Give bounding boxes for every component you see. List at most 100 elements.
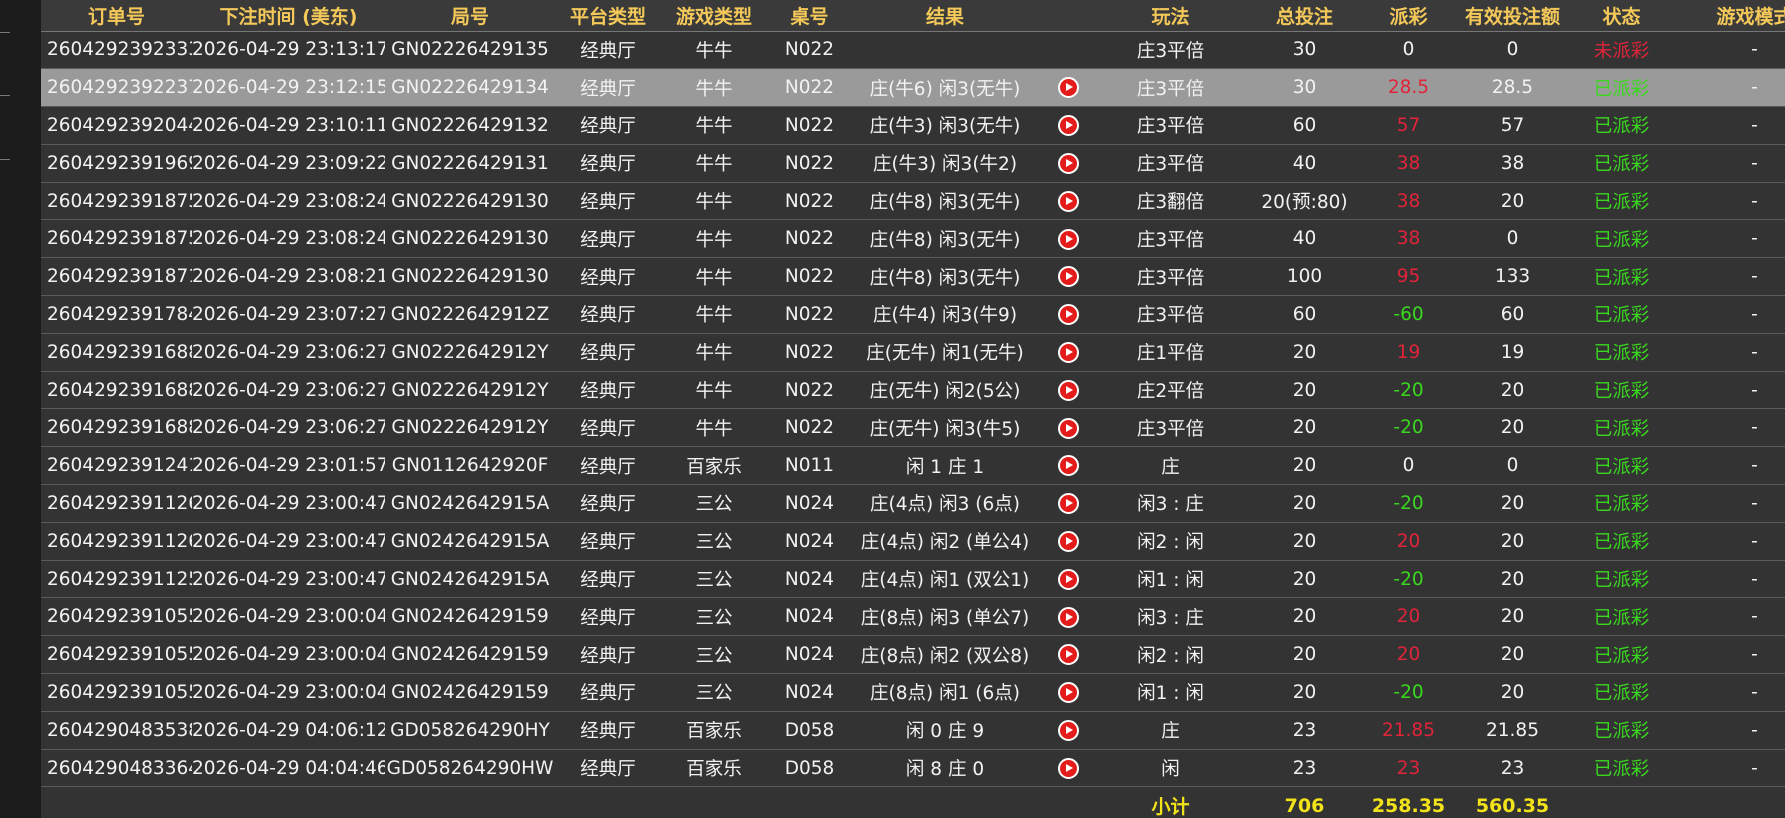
table-cell: D058 [767, 749, 852, 788]
result-cell: 庄(8点) 闲1 (6点) [852, 673, 1038, 712]
round-id-cell: GN02426429159 [385, 635, 555, 675]
play-replay-icon[interactable] [1058, 568, 1079, 590]
play-replay-icon[interactable] [1058, 115, 1079, 137]
table-cell: N011 [767, 446, 852, 486]
round-id-cell: GN02226429130 [385, 257, 555, 297]
replay-cell [1038, 144, 1099, 183]
order-id-cell: 260429239124167 [41, 446, 192, 486]
table-row[interactable]: 2604292391969822026-04-29 23:09:22GN0222… [41, 144, 1785, 183]
table-row[interactable]: 2604292391126002026-04-29 23:00:47GN0242… [41, 522, 1785, 561]
status-cell: 已派彩 [1575, 597, 1668, 637]
replay-cell [1038, 597, 1099, 637]
order-id-cell: 260429239223719 [41, 68, 192, 108]
round-id-cell: GN0242642915A [385, 484, 555, 523]
valid-bet-cell: 20 [1450, 522, 1575, 561]
order-id-cell: 260429239187114 [41, 257, 192, 297]
game-mode-cell: - [1668, 408, 1785, 448]
play-replay-icon[interactable] [1058, 531, 1079, 552]
total-bet-cell: 20 [1242, 446, 1367, 486]
platform-cell: 经典厅 [555, 106, 661, 145]
left-panel-edge [0, 0, 42, 818]
table-row[interactable]: 2604292391126012026-04-29 23:00:47GN0242… [41, 484, 1785, 523]
order-id-cell: 260429239168813 [41, 333, 192, 372]
bet-type-cell: 庄3平倍 [1099, 408, 1242, 448]
play-replay-icon[interactable] [1058, 77, 1079, 99]
total-bet-cell: 20 [1242, 371, 1367, 410]
valid-bet-cell: 60 [1450, 295, 1575, 334]
replay-cell [1038, 31, 1099, 70]
round-id-cell: GN0222642912Z [385, 295, 555, 334]
play-replay-icon[interactable] [1058, 682, 1079, 704]
play-replay-icon[interactable] [1058, 757, 1079, 779]
result-cell: 闲 1 庄 1 [852, 446, 1038, 486]
total-bet-cell: 40 [1242, 144, 1367, 183]
payout-cell: 20 [1367, 635, 1450, 675]
status-cell: 未派彩 [1575, 31, 1668, 70]
table-row[interactable]: 2604292391688122026-04-29 23:06:27GN0222… [41, 371, 1785, 410]
play-replay-icon[interactable] [1058, 417, 1079, 439]
game-mode-cell: - [1668, 711, 1785, 750]
play-replay-icon[interactable] [1058, 493, 1079, 515]
play-replay-icon[interactable] [1058, 266, 1079, 288]
round-id-cell: GN0222642912Y [385, 408, 555, 448]
valid-bet-cell: 0 [1450, 446, 1575, 486]
bet-time-cell: 2026-04-29 23:09:22 [192, 144, 385, 183]
play-replay-icon[interactable] [1058, 606, 1079, 628]
bet-time-cell: 2026-04-29 23:10:11 [192, 106, 385, 145]
play-replay-icon[interactable] [1058, 455, 1079, 477]
order-id-cell: 260429239168812 [41, 371, 192, 410]
platform-cell: 经典厅 [555, 635, 661, 675]
bet-type-cell: 闲1 : 闲 [1099, 560, 1242, 599]
bet-type-cell: 闲1 : 闲 [1099, 673, 1242, 712]
play-replay-icon[interactable] [1058, 719, 1079, 741]
payout-cell: 0 [1367, 31, 1450, 70]
payout-cell: 38 [1367, 219, 1450, 259]
table-row[interactable]: 2604292392237192026-04-29 23:12:15GN0222… [41, 68, 1785, 108]
table-row[interactable]: 2604292391125992026-04-29 23:00:47GN0242… [41, 560, 1785, 599]
table-row[interactable]: 2604292391055472026-04-29 23:00:04GN0242… [41, 597, 1785, 637]
valid-bet-cell: 28.5 [1450, 68, 1575, 108]
table-row[interactable]: 2604292391688112026-04-29 23:06:27GN0222… [41, 408, 1785, 448]
table-row[interactable]: 2604292391871142026-04-29 23:08:21GN0222… [41, 257, 1785, 297]
header-round-id: 局号 [385, 0, 555, 32]
table-row[interactable]: 2604292391875782026-04-29 23:08:24GN0222… [41, 182, 1785, 221]
bet-records-table-container[interactable]: 订单号 下注时间 (美东) 局号 平台类型 游戏类型 桌号 结果 玩法 总投注 派彩 有效投注额 状态… [41, 0, 1785, 818]
play-replay-icon[interactable] [1058, 190, 1079, 212]
table-row[interactable]: 2604290483364352026-04-29 04:04:46GD0582… [41, 749, 1785, 788]
status-cell: 已派彩 [1575, 484, 1668, 523]
valid-bet-cell: 20 [1450, 635, 1575, 675]
header-bet-time: 下注时间 (美东) [192, 0, 385, 32]
play-replay-icon[interactable] [1058, 644, 1079, 666]
table-row[interactable]: 2604292391055452026-04-29 23:00:04GN0242… [41, 673, 1785, 712]
table-row[interactable]: 2604292392044402026-04-29 23:10:11GN0222… [41, 106, 1785, 145]
table-row[interactable]: 2604292391241672026-04-29 23:01:57GN0112… [41, 446, 1785, 486]
play-replay-icon[interactable] [1058, 342, 1079, 364]
order-id-cell: 260429239112600 [41, 522, 192, 561]
platform-cell: 经典厅 [555, 597, 661, 637]
result-cell: 庄(4点) 闲3 (6点) [852, 484, 1038, 523]
play-replay-icon[interactable] [1058, 304, 1079, 326]
game-type-cell: 牛牛 [661, 106, 767, 145]
game-type-cell: 三公 [661, 597, 767, 637]
table-row[interactable]: 2604292391055462026-04-29 23:00:04GN0242… [41, 635, 1785, 675]
table-row[interactable]: 2604290483538392026-04-29 04:06:12GD0582… [41, 711, 1785, 750]
header-result: 结果 [852, 0, 1038, 32]
game-mode-cell: - [1668, 522, 1785, 561]
bet-records-table: 订单号 下注时间 (美东) 局号 平台类型 游戏类型 桌号 结果 玩法 总投注 派彩 有效投注额 状态… [41, 0, 1785, 818]
play-replay-icon[interactable] [1058, 379, 1079, 401]
header-game-mode: 游戏模式 [1668, 0, 1785, 32]
table-row[interactable]: 2604292391784632026-04-29 23:07:27GN0222… [41, 295, 1785, 334]
order-id-cell: 260429239112601 [41, 484, 192, 523]
play-replay-icon[interactable] [1058, 153, 1079, 175]
platform-cell: 经典厅 [555, 144, 661, 183]
platform-cell: 经典厅 [555, 749, 661, 788]
game-type-cell: 三公 [661, 635, 767, 675]
order-id-cell: 260429239204440 [41, 106, 192, 145]
play-replay-icon[interactable] [1058, 228, 1079, 250]
table-row[interactable]: 2604292391688132026-04-29 23:06:27GN0222… [41, 333, 1785, 372]
table-cell: N022 [767, 144, 852, 183]
table-row[interactable]: 2604292391875772026-04-29 23:08:24GN0222… [41, 219, 1785, 259]
subtotal-spacer [41, 786, 1099, 818]
table-row[interactable]: 2604292392333492026-04-29 23:13:17GN0222… [41, 31, 1785, 70]
header-table: 桌号 [767, 0, 852, 32]
